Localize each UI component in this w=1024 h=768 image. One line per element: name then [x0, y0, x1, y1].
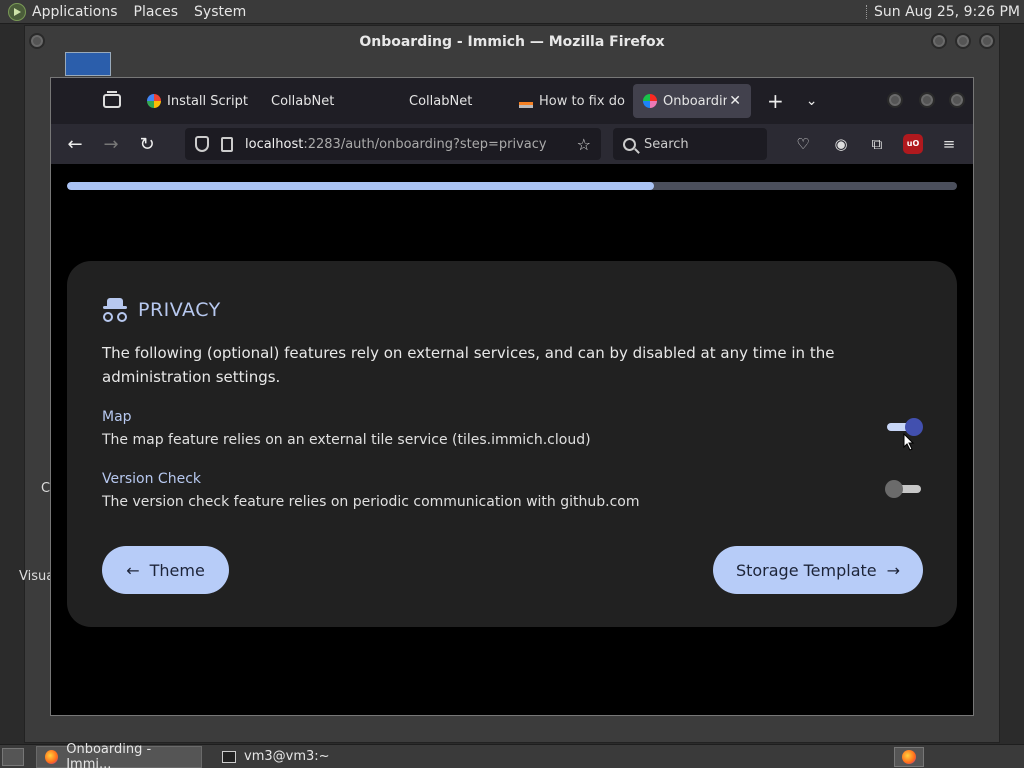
- next-button-label: Storage Template: [735, 560, 877, 580]
- browser-maximize-button[interactable]: [919, 92, 935, 108]
- back-button-label: Theme: [149, 560, 205, 580]
- desktop-label-1: C: [41, 481, 51, 496]
- menu-system[interactable]: System: [194, 4, 246, 20]
- incognito-spy-icon: [102, 297, 128, 323]
- window-close-button[interactable]: [979, 33, 995, 49]
- tab-onboarding[interactable]: Onboarding ✕: [633, 84, 751, 118]
- taskbar-item-terminal[interactable]: vm3@vm3:~: [214, 746, 338, 768]
- tab-label: CollabNet: [271, 93, 335, 109]
- tab-list-chevron-icon[interactable]: ⌄: [806, 93, 818, 109]
- search-placeholder: Search: [644, 136, 689, 152]
- window-titlebar[interactable]: Onboarding - Immich — Mozilla Firefox: [25, 26, 999, 58]
- back-theme-button[interactable]: ← Theme: [102, 546, 229, 594]
- firefox-view-icon[interactable]: [103, 91, 121, 108]
- setting-map-title: Map: [102, 409, 132, 425]
- tab-bar: Install Script CollabNet CollabNet How t…: [51, 78, 973, 124]
- card-header: PRIVACY: [102, 297, 221, 323]
- tab-label: CollabNet: [409, 93, 473, 109]
- hamburger-menu-icon[interactable]: ≡: [939, 134, 959, 154]
- setting-version-check-title: Version Check: [102, 471, 201, 487]
- system-logo-icon[interactable]: [8, 2, 26, 21]
- privacy-card: PRIVACY The following (optional) feature…: [67, 261, 957, 627]
- tracking-shield-icon[interactable]: [195, 136, 209, 152]
- new-tab-plus-icon[interactable]: +: [767, 89, 784, 113]
- pocket-icon[interactable]: ♡: [793, 134, 813, 154]
- taskbar-item-label: Onboarding - Immi...: [66, 741, 152, 768]
- menu-applications[interactable]: Applications: [32, 4, 118, 20]
- arrow-left-icon: ←: [126, 560, 140, 580]
- toggle-knob: [885, 480, 903, 498]
- version-check-toggle-switch[interactable]: [885, 479, 923, 499]
- extensions-puzzle-icon[interactable]: ⧉: [867, 134, 887, 154]
- page-info-icon[interactable]: [221, 136, 233, 152]
- onboarding-progress-bar: [67, 182, 957, 190]
- bottom-taskbar: Onboarding - Immi... vm3@vm3:~: [0, 742, 1024, 768]
- tab-collabnet-2[interactable]: CollabNet: [385, 78, 509, 124]
- url-bar[interactable]: localhost:2283/auth/onboarding?step=priv…: [185, 128, 601, 160]
- top-panel: Applications Places System Sun Aug 25, 9…: [0, 0, 1024, 24]
- firefox-icon: [45, 749, 59, 764]
- tab-label: Install Script: [167, 93, 248, 109]
- tab-close-icon[interactable]: ✕: [729, 93, 741, 109]
- reload-icon[interactable]: ↻: [129, 134, 165, 155]
- nav-bar: ← → ↻ localhost:2283/auth/onboarding?ste…: [51, 124, 973, 164]
- tab-collabnet-1[interactable]: CollabNet: [261, 78, 385, 124]
- window-minimize-button[interactable]: [931, 33, 947, 49]
- browser-close-button[interactable]: [949, 92, 965, 108]
- desktop-label-2: Visua: [19, 569, 55, 584]
- terminal-icon: [222, 750, 236, 763]
- taskbar-item-label: vm3@vm3:~: [244, 749, 330, 764]
- search-icon: [623, 137, 636, 151]
- tab-install-script[interactable]: Install Script: [137, 78, 261, 124]
- desktop-icon[interactable]: [65, 52, 111, 76]
- tab-label: Onboarding: [663, 93, 727, 109]
- browser-viewport-frame: Install Script CollabNet CollabNet How t…: [50, 77, 974, 716]
- privacy-description: The following (optional) features rely o…: [102, 344, 835, 386]
- google-favicon-icon: [147, 94, 161, 108]
- browser-minimize-button[interactable]: [887, 92, 903, 108]
- setting-version-check-description: The version check feature relies on peri…: [102, 494, 640, 510]
- window-maximize-button[interactable]: [955, 33, 971, 49]
- url-text[interactable]: localhost:2283/auth/onboarding?step=priv…: [245, 137, 547, 152]
- next-storage-template-button[interactable]: Storage Template →: [713, 546, 923, 594]
- clock-separator: [866, 4, 868, 19]
- page-title: PRIVACY: [138, 299, 221, 321]
- show-desktop-icon[interactable]: [2, 747, 24, 766]
- window-menu-button[interactable]: [29, 33, 45, 49]
- progress-fill: [67, 182, 655, 190]
- arrow-right-icon: →: [886, 560, 901, 580]
- clock-text: Sun Aug 25, 9:26 PM: [874, 3, 1020, 20]
- taskbar-item-firefox[interactable]: Onboarding - Immi...: [36, 742, 202, 768]
- ublock-origin-icon[interactable]: uO: [903, 134, 923, 154]
- tab-how-to-fix[interactable]: How to fix do: [509, 78, 633, 124]
- setting-map-description: The map feature relies on an external ti…: [102, 432, 591, 448]
- tray-firefox-icon[interactable]: [894, 747, 924, 767]
- window-title: Onboarding - Immich — Mozilla Firefox: [359, 34, 665, 50]
- menu-places[interactable]: Places: [134, 4, 179, 20]
- tab-label: How to fix do: [539, 93, 625, 109]
- back-arrow-icon[interactable]: ←: [57, 134, 93, 155]
- clock[interactable]: Sun Aug 25, 9:26 PM: [866, 4, 1020, 20]
- url-path: :2283/auth/onboarding?step=privacy: [303, 136, 547, 152]
- forward-arrow-icon[interactable]: →: [93, 134, 129, 155]
- account-icon[interactable]: ◉: [831, 134, 851, 154]
- search-bar[interactable]: Search: [613, 128, 767, 160]
- immich-favicon-icon: [643, 94, 657, 108]
- url-host: localhost: [245, 136, 304, 152]
- stackoverflow-favicon-icon: [519, 94, 533, 108]
- bookmark-star-icon[interactable]: ☆: [577, 135, 591, 154]
